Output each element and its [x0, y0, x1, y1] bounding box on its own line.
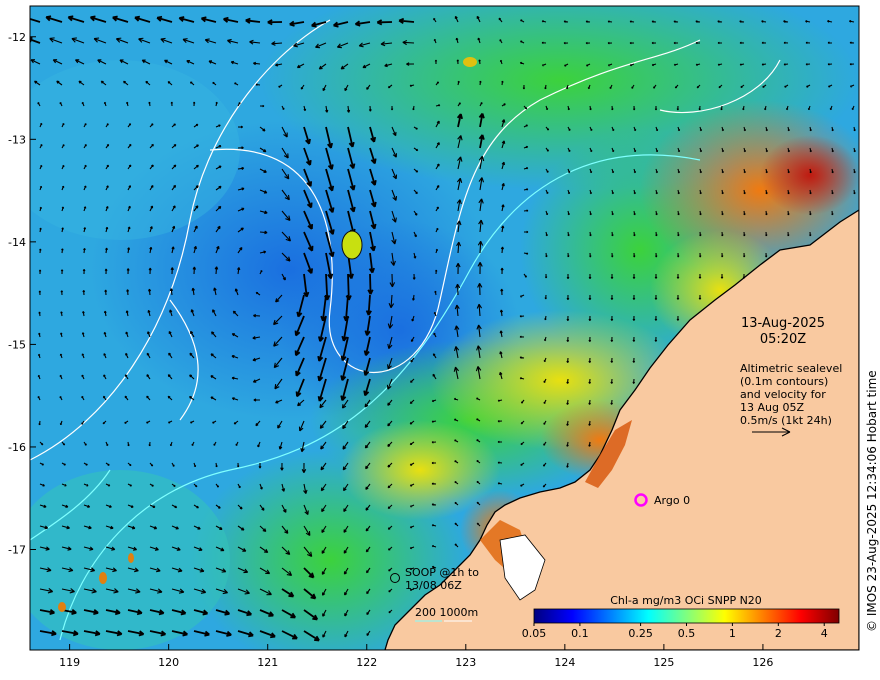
- lat-tick-label: -15: [8, 338, 26, 351]
- lat-tick-label: -17: [8, 544, 26, 557]
- colorbar-tick-label: 0.25: [628, 627, 653, 640]
- soop-label-line2: 13/08 06Z: [405, 579, 462, 592]
- velocity-arrow: [651, 41, 657, 45]
- date-label: 13-Aug-2025: [741, 316, 825, 331]
- time-label: 05:20Z: [760, 332, 806, 347]
- lat-tick-label: -13: [8, 133, 26, 146]
- copyright-label: © IMOS 23-Aug-2025 12:34:06 Hobart time: [865, 370, 879, 632]
- soop-label-line1: SOOP @1h to: [405, 566, 479, 579]
- depth-legend: 200 1000m: [415, 606, 478, 619]
- ocean-map: 119 120 121 122 123 124 125 126 -12-13-14-15-16…: [8, 5, 879, 669]
- reef-island: [58, 602, 66, 612]
- reef-island: [99, 572, 107, 584]
- legend-line: 0.5m/s (1kt 24h): [740, 414, 832, 427]
- legend-line: and velocity for: [740, 388, 826, 401]
- colorbar-title: Chl-a mg/m3 OCi SNPP N20: [610, 594, 762, 607]
- lon-tick-label: 125: [653, 656, 674, 669]
- argo-label: Argo 0: [654, 494, 690, 507]
- colorbar-tick-label: 2: [775, 627, 782, 640]
- colorbar-tick-label: 0.1: [571, 627, 589, 640]
- velocity-arrow: [434, 59, 438, 65]
- lon-tick-label: 119: [59, 656, 80, 669]
- colorbar: [533, 608, 840, 624]
- lat-tick-label: -14: [8, 236, 26, 249]
- reef-island: [463, 57, 477, 67]
- legend-line: Altimetric sealevel: [740, 362, 842, 375]
- velocity-arrow: [673, 41, 679, 45]
- lon-tick-label: 126: [752, 656, 773, 669]
- reef-island: [341, 230, 363, 260]
- colorbar-tick-label: 1: [729, 627, 736, 640]
- lon-tick-label: 121: [257, 656, 278, 669]
- velocity-arrow: [523, 230, 529, 234]
- lat-tick-label: -16: [8, 441, 26, 454]
- legend-line: 13 Aug 05Z: [740, 401, 804, 414]
- colorbar-tick-label: 4: [821, 627, 828, 640]
- lat-tick-label: -12: [8, 31, 26, 44]
- lon-tick-label: 120: [158, 656, 179, 669]
- colorbar-tick-label: 0.05: [522, 627, 547, 640]
- velocity-arrow: [431, 461, 437, 465]
- lon-tick-label: 122: [356, 656, 377, 669]
- lon-tick-label: 124: [554, 656, 575, 669]
- lon-tick-label: 123: [455, 656, 476, 669]
- velocity-arrow: [695, 41, 701, 45]
- velocity-arrow: [390, 105, 394, 111]
- colorbar-tick-label: 0.5: [678, 627, 696, 640]
- velocity-arrow: [654, 105, 658, 111]
- legend-line: (0.1m contours): [740, 375, 828, 388]
- reef-island: [128, 553, 134, 563]
